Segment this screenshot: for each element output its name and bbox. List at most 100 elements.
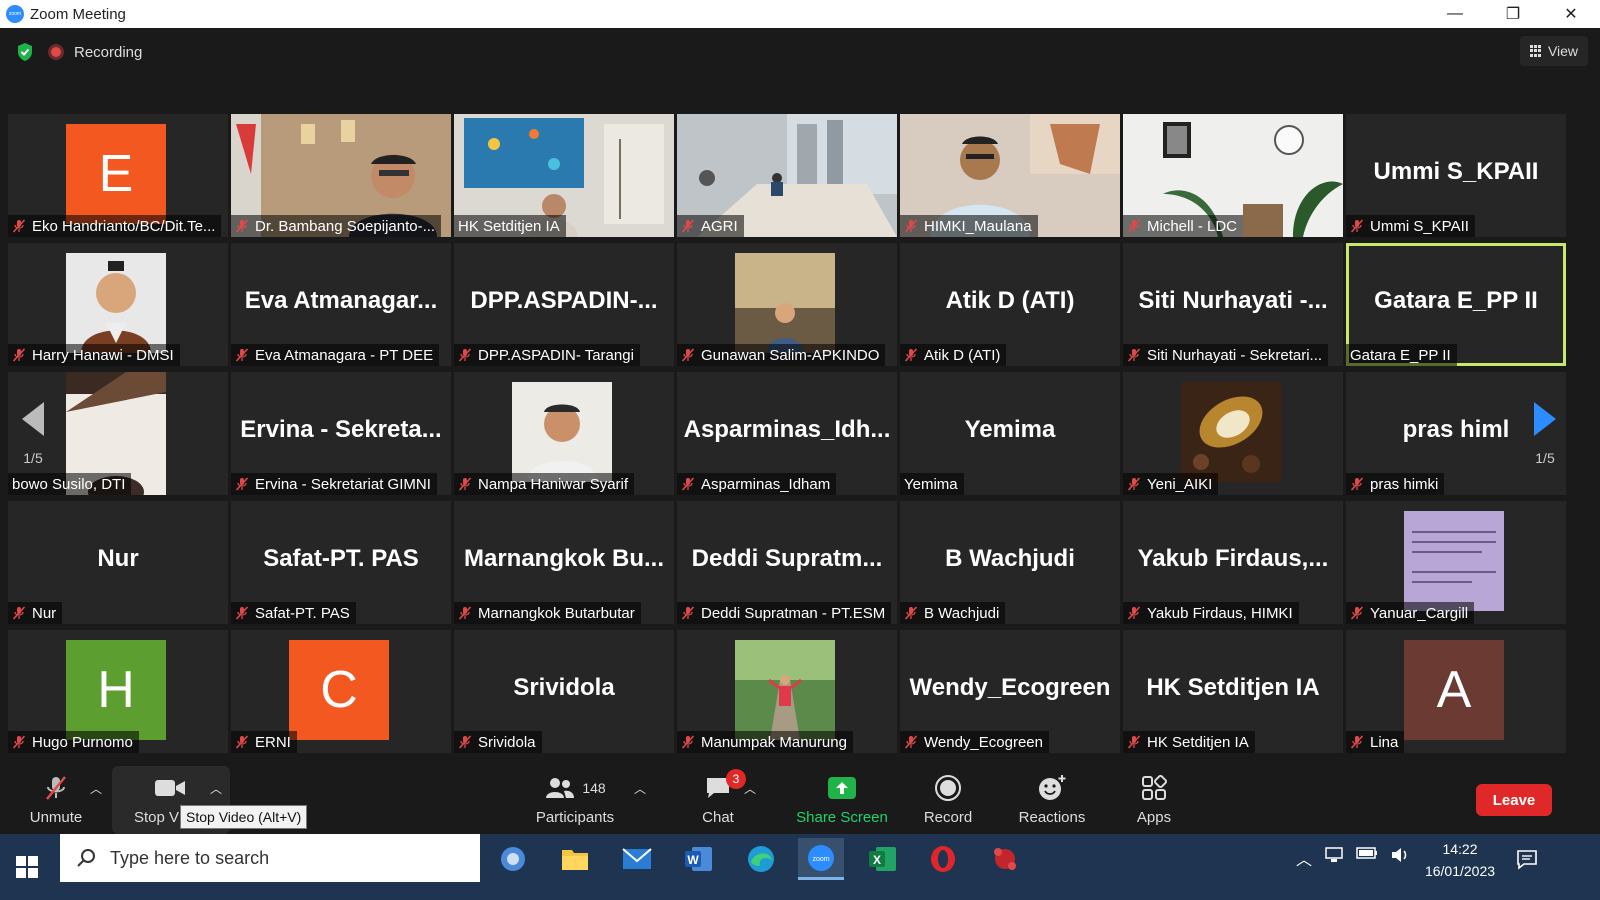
participant-tile[interactable]: C ERNI bbox=[231, 630, 451, 753]
participant-tile[interactable]: HK Setditjen IA HK Setditjen IA bbox=[1123, 630, 1343, 753]
participant-tile[interactable]: Safat-PT. PAS Safat-PT. PAS bbox=[231, 501, 451, 624]
participant-tile[interactable]: Eva Atmanagar... Eva Atmanagara - PT DEE bbox=[231, 243, 451, 366]
taskbar-clock[interactable]: 14:22 16/01/2023 bbox=[1418, 838, 1502, 882]
taskbar-excel-icon[interactable]: X bbox=[860, 838, 906, 880]
participant-tile[interactable]: Manumpak Manurung bbox=[677, 630, 897, 753]
close-button[interactable]: ✕ bbox=[1542, 0, 1600, 28]
participant-tile[interactable]: Gunawan Salim-APKINDO bbox=[677, 243, 897, 366]
mic-muted-icon bbox=[235, 606, 249, 620]
battery-icon[interactable] bbox=[1356, 846, 1378, 860]
participant-tile[interactable]: Yanuar_Cargill bbox=[1346, 501, 1566, 624]
participant-tile[interactable]: Nampa Haniwar Syarif bbox=[454, 372, 674, 495]
participant-tile[interactable]: Gatara E_PP II Gatara E_PP II bbox=[1346, 243, 1566, 366]
reactions-button[interactable]: Reactions bbox=[1012, 766, 1092, 834]
participants-button[interactable]: 148 Participants bbox=[532, 766, 618, 834]
svg-text:zoom: zoom bbox=[812, 856, 829, 863]
participant-tile[interactable]: DPP.ASPADIN-... DPP.ASPADIN- Tarangi bbox=[454, 243, 674, 366]
previous-page-button[interactable]: 1/5 bbox=[8, 376, 58, 491]
participant-name: Nur bbox=[32, 604, 57, 622]
video-gallery: E Eko Handrianto/BC/Dit.Te... Dr. Bambang … bbox=[8, 114, 1598, 764]
mic-muted-icon bbox=[41, 773, 71, 803]
network-icon[interactable] bbox=[1324, 846, 1344, 864]
participant-tile[interactable]: Yeni_AIKI bbox=[1123, 372, 1343, 495]
meeting-top-bar: Recording View bbox=[0, 28, 1600, 78]
participant-display-name: Eva Atmanagar... bbox=[244, 287, 438, 314]
mic-muted-icon bbox=[681, 219, 695, 233]
participant-display-name: Ervina - Sekreta... bbox=[240, 416, 442, 443]
participant-display-name: Wendy_Ecogreen bbox=[909, 674, 1111, 701]
participants-icon-row: 148 bbox=[544, 773, 606, 803]
participant-tile[interactable]: E Eko Handrianto/BC/Dit.Te... bbox=[8, 114, 228, 237]
participant-name-label: ERNI bbox=[231, 731, 297, 753]
mic-muted-icon bbox=[458, 477, 472, 491]
participant-tile[interactable]: Yemima Yemima bbox=[900, 372, 1120, 495]
apps-button[interactable]: Apps bbox=[1126, 766, 1182, 834]
participant-tile[interactable]: Siti Nurhayati -... Siti Nurhayati - Sekr… bbox=[1123, 243, 1343, 366]
taskbar-app-chat-icon[interactable] bbox=[490, 838, 536, 880]
taskbar-zoom-icon[interactable]: zoom bbox=[798, 838, 844, 880]
taskbar-mail-icon[interactable] bbox=[614, 838, 660, 880]
participant-name: Yemima bbox=[904, 475, 958, 493]
participant-tile[interactable]: Yakub Firdaus,... Yakub Firdaus, HIMKI bbox=[1123, 501, 1343, 624]
participant-tile[interactable]: Dr. Bambang Soepijanto-... bbox=[231, 114, 451, 237]
participant-tile[interactable]: Asparminas_Idh... Asparminas_Idham bbox=[677, 372, 897, 495]
tray-chevron-up-icon[interactable]: ︿ bbox=[1296, 846, 1312, 870]
apps-icon bbox=[1141, 773, 1167, 803]
participant-name-label: Wendy_Ecogreen bbox=[900, 731, 1049, 753]
taskbar-word-icon[interactable]: W bbox=[676, 838, 722, 880]
taskbar-file-explorer-icon[interactable] bbox=[552, 838, 598, 880]
participant-tile[interactable]: Ervina - Sekreta... Ervina - Sekretariat … bbox=[231, 372, 451, 495]
chat-chevron-up-icon[interactable]: ︿ bbox=[744, 780, 758, 796]
participant-tile[interactable]: HIMKI_Maulana bbox=[900, 114, 1120, 237]
participant-display-name: Safat-PT. PAS bbox=[263, 545, 419, 572]
notifications-icon[interactable] bbox=[1516, 848, 1538, 870]
mic-muted-icon bbox=[1127, 477, 1141, 491]
windows-start-icon[interactable] bbox=[16, 856, 38, 878]
participant-tile[interactable]: Wendy_Ecogreen Wendy_Ecogreen bbox=[900, 630, 1120, 753]
taskbar-edge-icon[interactable] bbox=[738, 838, 784, 880]
audio-options-chevron-up-icon[interactable]: ︿ bbox=[90, 780, 104, 796]
recording-indicator[interactable]: Recording bbox=[48, 38, 142, 66]
participant-tile[interactable]: Marnangkok Bu... Marnangkok Butarbutar bbox=[454, 501, 674, 624]
encryption-shield-icon[interactable] bbox=[16, 42, 34, 62]
restore-button[interactable]: ❐ bbox=[1484, 0, 1542, 28]
participant-tile[interactable]: B Wachjudi B Wachjudi bbox=[900, 501, 1120, 624]
video-options-chevron-up-icon[interactable]: ︿ bbox=[210, 780, 224, 796]
participant-tile[interactable]: AGRI bbox=[677, 114, 897, 237]
participant-tile[interactable]: Atik D (ATI) Atik D (ATI) bbox=[900, 243, 1120, 366]
mic-muted-icon bbox=[235, 477, 249, 491]
participant-name: Siti Nurhayati - Sekretari... bbox=[1147, 346, 1323, 364]
arrow-right-icon bbox=[1534, 401, 1556, 436]
taskbar-search-box[interactable]: Type here to search bbox=[60, 834, 480, 882]
participant-name-label: Deddi Supratman - PT.ESM bbox=[677, 602, 892, 624]
next-page-button[interactable]: 1/5 bbox=[1520, 376, 1570, 491]
leave-button[interactable]: Leave bbox=[1476, 784, 1552, 816]
participant-name-label: Srividola bbox=[454, 731, 542, 753]
participant-tile[interactable]: Srividola Srividola bbox=[454, 630, 674, 753]
view-button[interactable]: View bbox=[1520, 36, 1588, 66]
participant-tile[interactable]: HK Setditjen IA bbox=[454, 114, 674, 237]
participant-name: AGRI bbox=[701, 217, 738, 235]
participant-name-label: Nampa Haniwar Syarif bbox=[454, 473, 635, 495]
share-screen-button[interactable]: Share Screen bbox=[792, 766, 892, 834]
participant-tile[interactable]: Michell - LDC bbox=[1123, 114, 1343, 237]
volume-icon[interactable] bbox=[1390, 846, 1410, 864]
taskbar-opera-icon[interactable] bbox=[920, 838, 966, 880]
participant-name: Safat-PT. PAS bbox=[255, 604, 350, 622]
participant-tile[interactable]: Ummi S_KPAII Ummi S_KPAII bbox=[1346, 114, 1566, 237]
participant-tile[interactable]: H Hugo Purnomo bbox=[8, 630, 228, 753]
participant-name: Hugo Purnomo bbox=[32, 733, 133, 751]
participants-chevron-up-icon[interactable]: ︿ bbox=[634, 780, 648, 796]
participant-tile[interactable]: Deddi Supratm... Deddi Supratman - PT.ESM bbox=[677, 501, 897, 624]
participant-name: Eko Handrianto/BC/Dit.Te... bbox=[32, 217, 216, 235]
chat-button[interactable]: 3 Chat bbox=[690, 766, 746, 834]
record-button[interactable]: Record bbox=[916, 766, 980, 834]
taskbar-app-icon[interactable] bbox=[982, 838, 1028, 880]
participant-name-label: Manumpak Manurung bbox=[677, 731, 853, 753]
participant-name-label: Hugo Purnomo bbox=[8, 731, 139, 753]
participant-tile[interactable]: Nur Nur bbox=[8, 501, 228, 624]
minimize-button[interactable]: — bbox=[1426, 0, 1484, 28]
participant-tile[interactable]: Harry Hanawi - DMSI bbox=[8, 243, 228, 366]
unmute-button[interactable]: Unmute bbox=[24, 766, 88, 834]
participant-tile[interactable]: A Lina bbox=[1346, 630, 1566, 753]
